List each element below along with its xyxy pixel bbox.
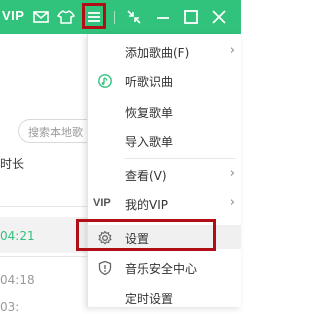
- vip-button[interactable]: VIP: [2, 8, 24, 23]
- chevron-right-icon: ›: [229, 43, 235, 58]
- music-recognition-icon: [97, 73, 113, 93]
- menu-item-label: 听歌识曲: [125, 75, 174, 89]
- duration-column-header[interactable]: 时长: [0, 155, 24, 172]
- song-duration: 04:18: [0, 273, 35, 287]
- title-bar: VIP: [0, 0, 241, 34]
- menu-item-timer-settings[interactable]: 定时设置: [88, 287, 241, 309]
- menu-button-highlight: [82, 3, 106, 29]
- close-icon[interactable]: [209, 7, 229, 27]
- menu-item-label: 查看(V): [125, 169, 167, 183]
- mini-mode-icon[interactable]: [124, 7, 144, 27]
- menu-item-label: 定时设置: [125, 292, 174, 306]
- menu-item-view[interactable]: 查看(V) ›: [88, 164, 241, 186]
- vip-icon: VIP: [93, 197, 111, 209]
- main-dropdown-menu: 添加歌曲(F) › 听歌识曲 恢复歌单 导入歌单 查看(V) › VIP 我的V…: [87, 34, 241, 307]
- chevron-right-icon: ›: [229, 166, 235, 181]
- menu-item-label: 添加歌曲(F): [125, 46, 190, 60]
- row-divider: [0, 256, 98, 257]
- settings-highlight-box: [76, 219, 216, 251]
- chevron-right-icon: ›: [229, 195, 235, 210]
- song-duration: 03:: [0, 300, 20, 314]
- menu-item-security-center[interactable]: 音乐安全中心: [88, 257, 241, 279]
- skin-icon[interactable]: [56, 7, 76, 27]
- menu-item-label: 我的VIP: [125, 198, 168, 212]
- menu-separator: [124, 158, 236, 159]
- menu-item-restore-playlist[interactable]: 恢复歌单: [88, 101, 241, 123]
- shield-icon: [97, 260, 113, 280]
- header-divider: [0, 206, 98, 207]
- titlebar-divider: [114, 11, 115, 24]
- menu-item-song-recognition[interactable]: 听歌识曲: [88, 70, 241, 92]
- menu-item-label: 恢复歌单: [125, 106, 174, 120]
- menu-item-label: 音乐安全中心: [125, 262, 198, 276]
- search-placeholder: 搜索本地歌: [28, 126, 83, 139]
- minimize-icon[interactable]: [153, 7, 173, 27]
- song-duration: 04:21: [0, 229, 35, 243]
- maximize-icon[interactable]: [181, 7, 201, 27]
- mail-icon[interactable]: [31, 7, 51, 27]
- menu-item-label: 导入歌单: [125, 135, 174, 149]
- menu-item-import-playlist[interactable]: 导入歌单: [88, 130, 241, 152]
- menu-item-add-songs[interactable]: 添加歌曲(F) ›: [88, 41, 241, 63]
- menu-item-my-vip[interactable]: VIP 我的VIP ›: [88, 193, 241, 215]
